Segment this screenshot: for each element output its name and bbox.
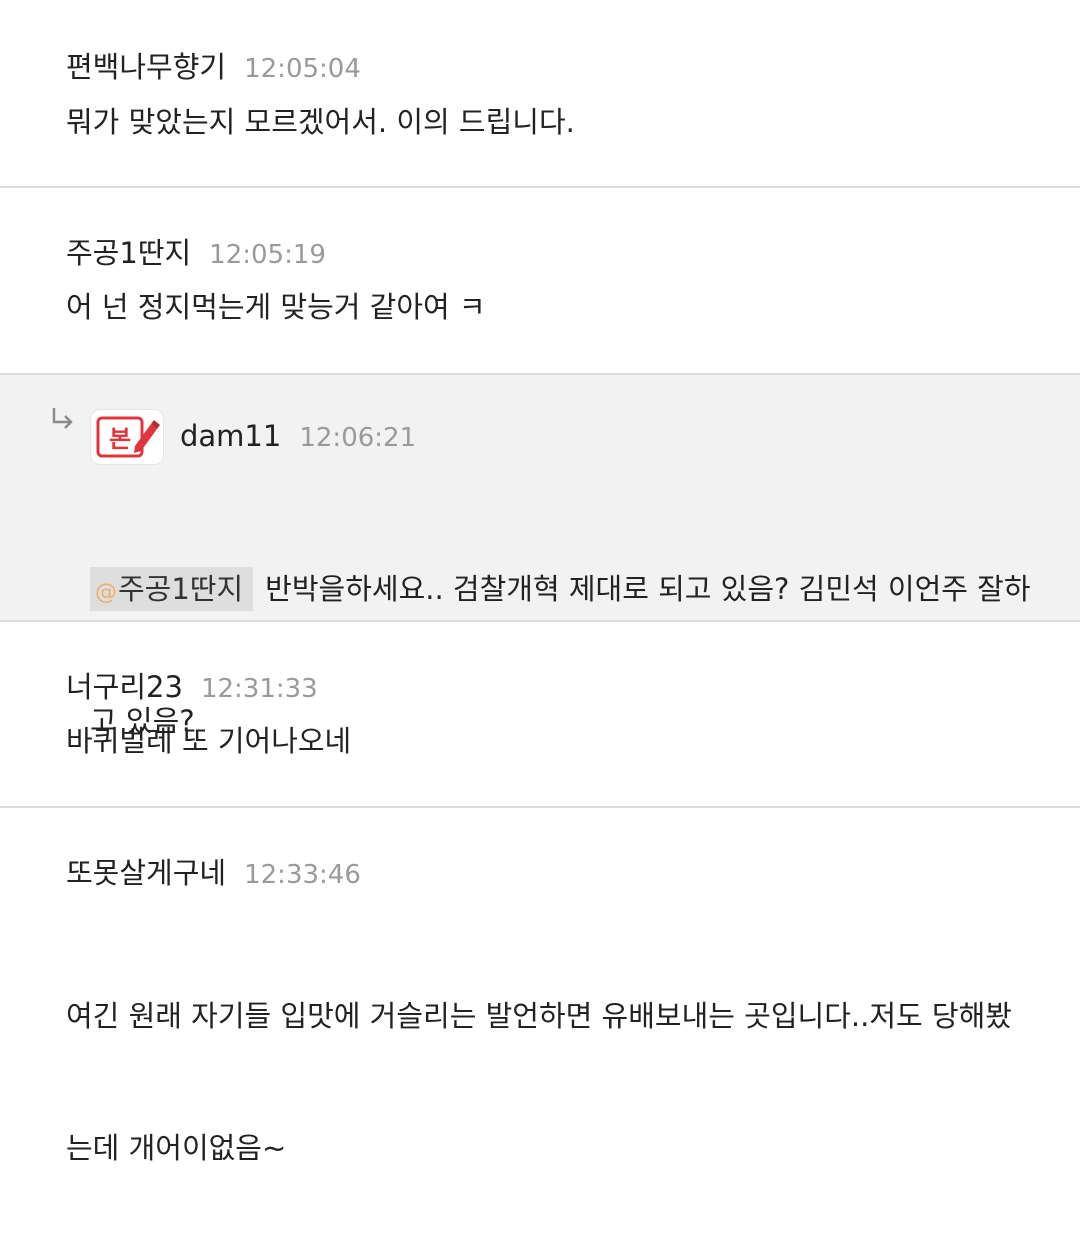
avatar-label: 본 [109,425,131,453]
comment-time: 12:33:46 [244,860,361,890]
mention-tag[interactable]: @주공1딴지 [90,567,254,611]
comment-author[interactable]: 또못살게구네 [66,850,226,892]
reply-comment-item: 본 dam11 12:06:21 @주공1딴지 반박을하세요.. 검찰개혁 제대로… [0,375,1080,738]
comment-meta: 너구리23 12:31:33 [66,664,318,706]
at-icon: @ [95,580,117,605]
comment-time: 12:05:04 [244,54,361,84]
comment-item: 주공1딴지 12:05:19 어 넌 정지먹는게 맞능거 같아여 ㅋ [0,188,1080,375]
comment-time: 12:31:33 [200,674,318,704]
comment-meta: 또못살게구네 12:33:46 [66,850,361,892]
comment-author[interactable]: 너구리23 [66,664,183,706]
comment-text-line2: 는데 개어이없음~ [66,1131,287,1165]
comment-meta: dam11 12:06:21 [180,419,416,453]
comment-text: 여긴 원래 자기들 입맛에 거슬리는 발언하면 유배보내는 곳입니다..저도 당… [66,906,1056,1258]
comment-item: 너구리23 12:31:33 바퀴벌레 또 기어나오네 [0,622,1080,808]
comment-text: 바퀴벌레 또 기어나오네 [66,724,352,758]
comment-text: 뭐가 맞았는지 모르겠어서. 이의 드립니다. [66,105,575,139]
comment-text-line1: 여긴 원래 자기들 입맛에 거슬리는 발언하면 유배보내는 곳입니다..저도 당… [66,999,1012,1033]
avatar[interactable]: 본 [90,409,164,465]
comment-text-line1: 반박을하세요.. 검찰개혁 제대로 되고 있음? 김민석 이언주 잘하 [265,572,1031,606]
comment-item: 편백나무향기 12:05:04 뭐가 맞았는지 모르겠어서. 이의 드립니다. [0,0,1080,188]
comment-text: 어 넌 정지먹는게 맞능거 같아여 ㅋ [66,290,486,324]
comment-item: 또못살게구네 12:33:46 여긴 원래 자기들 입맛에 거슬리는 발언하면 … [0,808,1080,1165]
comment-author[interactable]: 편백나무향기 [66,44,226,86]
comment-meta: 편백나무향기 12:05:04 [66,44,361,86]
comment-author[interactable]: 주공1딴지 [66,230,191,272]
comment-text-line: @주공1딴지 반박을하세요.. 검찰개혁 제대로 되고 있음? 김민석 이언주 잘… [90,567,1050,611]
pencil-badge-icon: 본 [96,416,160,458]
comment-time: 12:05:19 [209,240,326,270]
mention-name: 주공1딴지 [118,572,244,606]
comment-time: 12:06:21 [299,423,417,453]
comment-meta: 주공1딴지 12:05:19 [66,230,326,272]
reply-arrow-icon [52,408,73,429]
comment-author[interactable]: dam11 [180,419,281,453]
